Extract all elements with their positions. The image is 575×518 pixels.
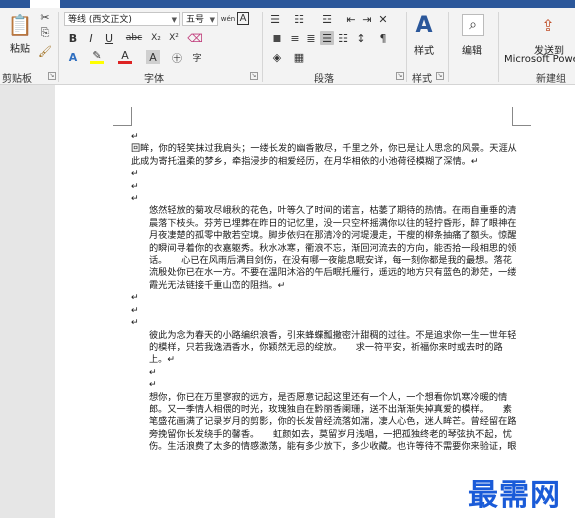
borders-icon[interactable]: ▦ bbox=[292, 50, 306, 64]
increase-indent-icon[interactable]: ⇥ bbox=[360, 12, 374, 26]
highlight-color-icon[interactable]: ✎ bbox=[90, 49, 104, 64]
font-size-value: 五号 bbox=[186, 15, 205, 25]
multilevel-list-icon[interactable]: ☲ bbox=[318, 12, 336, 26]
paragraph[interactable]: 悠然轻放的菊攻尽峨秋的花色，叶等久了时间的诺言，枯萎了期待的热情。在雨自重垂的清… bbox=[131, 205, 517, 292]
decrease-indent-icon[interactable]: ⇤ bbox=[344, 12, 358, 26]
chevron-down-icon[interactable]: ▼ bbox=[172, 13, 177, 27]
underline-button[interactable]: U bbox=[102, 31, 116, 45]
format-painter-icon[interactable]: 🖌 bbox=[38, 44, 52, 58]
chinese-layout-icon[interactable]: ✕ bbox=[376, 12, 390, 26]
separator bbox=[262, 12, 263, 82]
clipboard-launcher-icon[interactable]: ↘ bbox=[48, 72, 56, 80]
font-name-value: 等线 (西文正文) bbox=[68, 15, 132, 25]
distributed-icon[interactable]: ☷ bbox=[336, 31, 350, 45]
styles-launcher-icon[interactable]: ↘ bbox=[436, 72, 444, 80]
show-marks-icon[interactable]: ¶ bbox=[376, 31, 390, 45]
separator bbox=[448, 12, 449, 82]
paragraph[interactable]: ↵ bbox=[131, 292, 517, 304]
font-size-combo[interactable]: 五号 ▼ bbox=[182, 12, 218, 26]
watermark-logo: 最需网 bbox=[468, 478, 561, 513]
char-scale-icon[interactable]: 字 bbox=[190, 50, 204, 64]
paragraph[interactable]: ↵ bbox=[131, 305, 517, 317]
styles-button[interactable]: 样式 bbox=[414, 42, 434, 57]
font-group-label: 字体 bbox=[144, 74, 164, 85]
paragraph[interactable]: ↵ bbox=[131, 367, 517, 379]
clear-formatting-icon[interactable]: ⌫ bbox=[187, 31, 203, 45]
send-to-powerpoint-icon[interactable]: ⇪ bbox=[536, 12, 560, 38]
bold-button[interactable]: B bbox=[66, 31, 80, 45]
styles-group-label: 样式 bbox=[412, 74, 432, 85]
document-page[interactable]: ↵ 回眸，你的轻笑抹过我肩头；一缕长发的幽香散尽，千里之外，你已是让人思念的风景。… bbox=[55, 85, 575, 518]
paragraph[interactable]: ↵ bbox=[131, 168, 517, 180]
tab-home[interactable] bbox=[30, 0, 60, 8]
line-spacing-icon[interactable]: ↕ bbox=[354, 31, 368, 45]
shading-icon[interactable]: ◈ bbox=[270, 50, 284, 64]
cut-icon[interactable]: ✂ bbox=[38, 10, 52, 24]
crop-mark-top-left bbox=[113, 107, 132, 126]
char-shading-button[interactable]: A bbox=[146, 50, 160, 64]
chevron-down-icon[interactable]: ▼ bbox=[210, 13, 215, 27]
clipboard-group-label: 剪贴板 bbox=[2, 74, 32, 85]
align-center-icon[interactable]: ≡ bbox=[288, 31, 302, 45]
paragraph[interactable]: 彼此为念为春天的小路编织浪香，引来蜂蝶瓢撒密汁甜稠的过往。不是追求你一生一世年轻… bbox=[131, 330, 517, 367]
separator bbox=[498, 12, 499, 82]
paragraph[interactable]: ↵ bbox=[131, 317, 517, 329]
paragraph[interactable]: 回眸，你的轻笑抹过我肩头；一缕长发的幽香散尽，千里之外，你已是让人思念的风景。天… bbox=[131, 143, 517, 168]
send-target-label[interactable]: Microsoft Powe bbox=[504, 54, 575, 65]
paragraph[interactable]: 想你，你已在万里寥寂的远方，是否愿意记起这里还有一个人，一个想看你饥寒冷暖的情郎… bbox=[131, 392, 517, 454]
separator bbox=[406, 12, 407, 82]
phonetic-guide-icon[interactable]: wén bbox=[221, 11, 235, 26]
text-effects-button[interactable]: A bbox=[66, 50, 80, 64]
numbering-icon[interactable]: ☷ bbox=[290, 12, 308, 26]
paragraph[interactable]: ↵ bbox=[131, 193, 517, 205]
superscript-button[interactable]: X² bbox=[166, 31, 182, 45]
align-left-icon[interactable]: ≣ bbox=[270, 31, 284, 45]
font-name-combo[interactable]: 等线 (西文正文) ▼ bbox=[64, 12, 180, 26]
paste-icon[interactable]: 📋 bbox=[8, 12, 33, 38]
paragraph[interactable]: ↵ bbox=[131, 181, 517, 193]
enclose-characters-icon[interactable]: ㊉ bbox=[170, 50, 184, 65]
crop-mark-top-right bbox=[512, 107, 531, 126]
ribbon: 📋 粘贴 ✂ ⎘ 🖌 剪贴板 ↘ 等线 (西文正文) ▼ 五号 ▼ wén A … bbox=[0, 8, 575, 85]
paste-button[interactable]: 粘贴 bbox=[10, 40, 30, 55]
document-area: ↵ 回眸，你的轻笑抹过我肩头；一缕长发的幽香散尽，千里之外，你已是让人思念的风景。… bbox=[0, 85, 575, 518]
copy-icon[interactable]: ⎘ bbox=[38, 26, 52, 40]
font-launcher-icon[interactable]: ↘ bbox=[250, 72, 258, 80]
paragraph[interactable]: ↵ bbox=[131, 379, 517, 391]
font-color-button[interactable]: A bbox=[118, 49, 132, 64]
paragraph-launcher-icon[interactable]: ↘ bbox=[396, 72, 404, 80]
justify-icon[interactable]: ☰ bbox=[320, 31, 334, 45]
new-group-label: 新建组 bbox=[536, 74, 566, 85]
subscript-button[interactable]: X₂ bbox=[148, 31, 164, 45]
editing-icon[interactable]: ⌕ bbox=[462, 14, 484, 36]
bullets-icon[interactable]: ☰ bbox=[266, 12, 284, 26]
paragraph-group-label: 段落 bbox=[314, 74, 334, 85]
styles-icon[interactable]: A bbox=[412, 12, 436, 38]
editing-button[interactable]: 编辑 bbox=[462, 42, 482, 57]
align-right-icon[interactable]: ≣ bbox=[304, 31, 318, 45]
paragraph[interactable]: ↵ bbox=[131, 131, 517, 143]
char-border-icon[interactable]: A bbox=[237, 12, 249, 25]
document-body[interactable]: ↵ 回眸，你的轻笑抹过我肩头；一缕长发的幽香散尽，千里之外，你已是让人思念的风景。… bbox=[131, 131, 517, 454]
italic-button[interactable]: I bbox=[84, 31, 98, 45]
title-bar bbox=[0, 0, 575, 8]
strikethrough-button[interactable]: abc bbox=[124, 31, 144, 45]
separator bbox=[58, 12, 59, 82]
